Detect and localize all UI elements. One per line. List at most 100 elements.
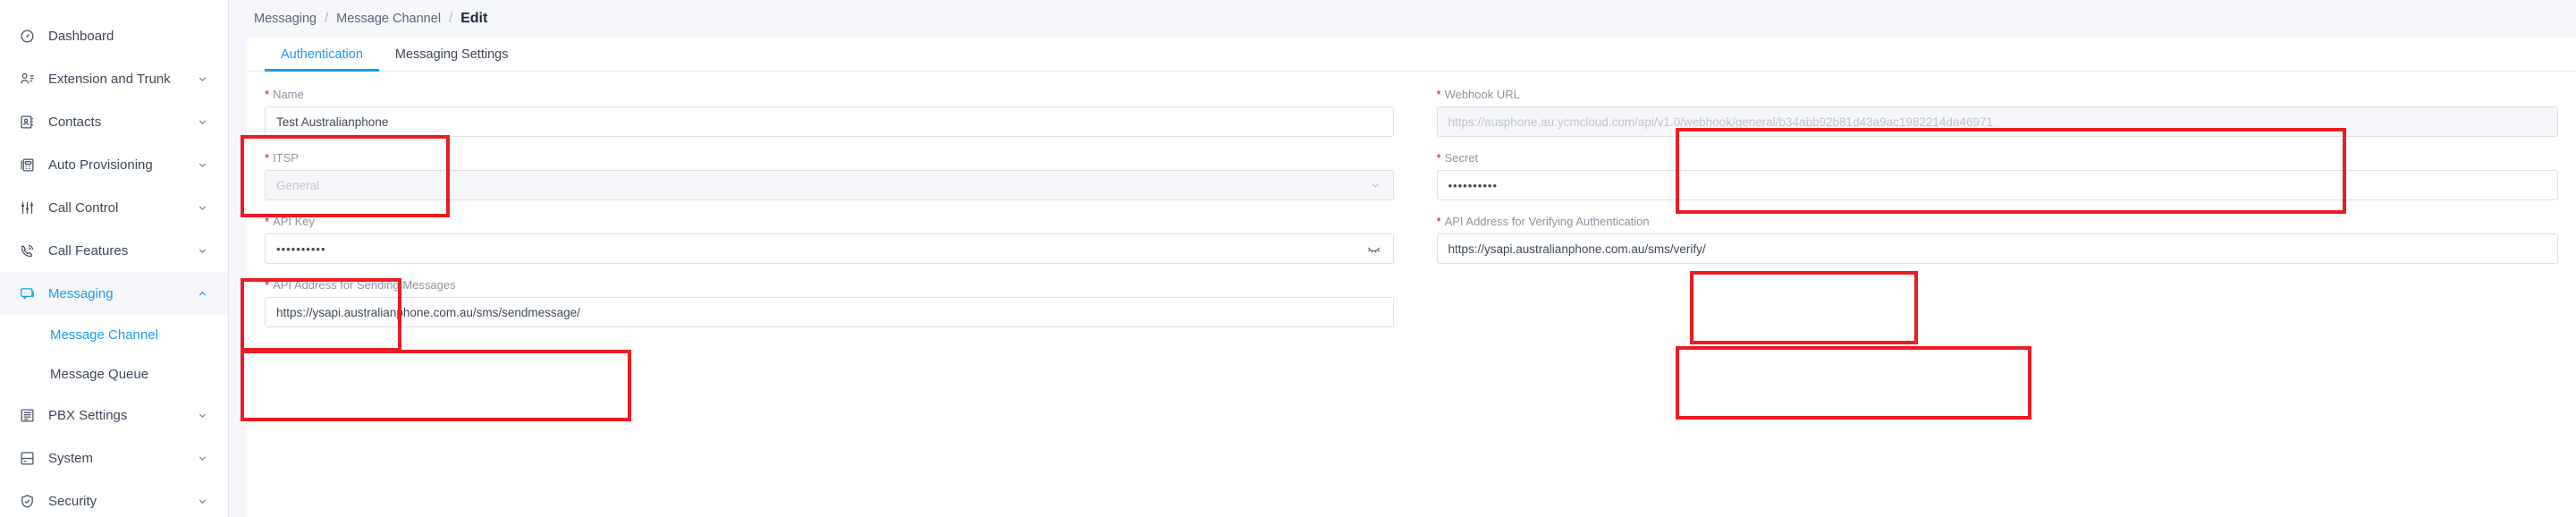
itsp-select[interactable]: General — [265, 170, 1394, 200]
field-label: * Name — [265, 86, 1394, 102]
required-asterisk-icon: * — [1436, 150, 1441, 165]
form-column-left: * Name Test Australianphone * ITSP Gener… — [247, 86, 1412, 340]
sidebar-item-message-queue[interactable]: Message Queue — [0, 354, 228, 394]
sidebar-item-auto-provisioning[interactable]: Auto Provisioning — [0, 143, 228, 186]
call-control-icon — [18, 199, 36, 216]
sidebar-item-label: Security — [48, 493, 97, 509]
chevron-down-icon — [196, 409, 208, 421]
required-asterisk-icon: * — [265, 214, 270, 228]
sidebar-item-dashboard[interactable]: Dashboard — [0, 14, 228, 57]
sidebar-item-messaging[interactable]: Messaging — [0, 272, 228, 315]
label-text: Name — [273, 87, 304, 101]
breadcrumb: Messaging / Message Channel / Edit — [229, 0, 2576, 38]
breadcrumb-separator: / — [325, 12, 329, 26]
sidebar-item-pbx-settings[interactable]: PBX Settings — [0, 394, 228, 436]
label-text: API Key — [273, 214, 316, 228]
webhook-url-input[interactable]: https://ausphone.au.ycmcloud.com/api/v1.… — [1436, 106, 2558, 137]
input-value: https://ausphone.au.ycmcloud.com/api/v1.… — [1448, 114, 1993, 129]
input-value: •••••••••• — [276, 242, 326, 256]
breadcrumb-separator: / — [449, 12, 453, 26]
chevron-down-icon — [196, 452, 208, 464]
extension-trunk-icon — [18, 70, 36, 88]
chevron-up-icon — [196, 287, 208, 300]
sidebar: Dashboard Extension and Trunk Contacts A… — [0, 0, 229, 517]
field-label: * API Key — [265, 213, 1394, 229]
sidebar-subitem-label: Message Channel — [50, 326, 158, 343]
label-text: API Address for Sending Messages — [273, 277, 456, 292]
field-api-address-verifying: * API Address for Verifying Authenticati… — [1436, 213, 2559, 264]
contacts-icon — [18, 113, 36, 131]
sidebar-item-security[interactable]: Security — [0, 479, 228, 517]
edit-panel: Authentication Messaging Settings * Name — [247, 38, 2576, 517]
sidebar-item-call-control[interactable]: Call Control — [0, 186, 228, 229]
sidebar-item-contacts[interactable]: Contacts — [0, 100, 228, 143]
eye-closed-icon[interactable] — [1366, 241, 1382, 257]
input-value: •••••••••• — [1448, 178, 1499, 192]
sidebar-item-label: Call Features — [48, 242, 129, 258]
field-secret: * Secret •••••••••• — [1436, 149, 2558, 200]
auto-provisioning-icon — [18, 156, 36, 174]
call-features-icon — [18, 242, 36, 259]
required-asterisk-icon: * — [265, 277, 270, 292]
chevron-down-icon — [196, 158, 208, 171]
field-label: * ITSP — [265, 149, 1394, 165]
breadcrumb-message-channel[interactable]: Message Channel — [336, 12, 441, 26]
input-value: https://ysapi.australianphone.com.au/sms… — [1448, 242, 1706, 256]
chevron-down-icon — [196, 72, 208, 85]
breadcrumb-messaging[interactable]: Messaging — [254, 12, 317, 26]
chevron-down-icon — [196, 244, 208, 257]
name-input[interactable]: Test Australianphone — [265, 106, 1394, 137]
required-asterisk-icon: * — [1436, 87, 1441, 101]
chevron-down-icon — [196, 495, 208, 507]
tab-label: Messaging Settings — [394, 47, 509, 62]
pbx-settings-icon — [18, 406, 36, 424]
sidebar-item-system[interactable]: System — [0, 436, 228, 479]
sidebar-item-label: Contacts — [48, 114, 102, 130]
sidebar-item-label: Extension and Trunk — [48, 71, 171, 87]
breadcrumb-current: Edit — [460, 11, 488, 26]
messaging-icon — [18, 284, 36, 302]
field-api-address-sending: * API Address for Sending Messages https… — [265, 276, 1394, 327]
security-icon — [18, 492, 36, 510]
sidebar-item-label: System — [48, 450, 94, 466]
tab-authentication[interactable]: Authentication — [265, 47, 379, 72]
api-address-verifying-input[interactable]: https://ysapi.australianphone.com.au/sms… — [1436, 233, 2558, 264]
label-text: ITSP — [273, 150, 299, 165]
field-label: * Webhook URL — [1437, 86, 2559, 102]
sidebar-item-message-channel[interactable]: Message Channel — [0, 315, 228, 354]
sidebar-subitem-label: Message Queue — [50, 366, 149, 382]
tab-messaging-settings[interactable]: Messaging Settings — [379, 47, 525, 71]
sidebar-item-label: Messaging — [48, 285, 114, 301]
system-icon — [18, 449, 36, 467]
authentication-form: * Name Test Australianphone * ITSP Gener… — [247, 72, 2576, 340]
label-text: API Address for Verifying Authentication — [1444, 214, 1650, 228]
label-text: Webhook URL — [1444, 87, 1520, 101]
field-webhook-url: * Webhook URL https://ausphone.au.ycmclo… — [1436, 86, 2559, 137]
tab-label: Authentication — [281, 47, 363, 62]
input-value: https://ysapi.australianphone.com.au/sms… — [276, 305, 580, 319]
required-asterisk-icon: * — [265, 87, 270, 101]
sidebar-item-extension-and-trunk[interactable]: Extension and Trunk — [0, 57, 228, 100]
field-name: * Name Test Australianphone — [265, 86, 1394, 137]
tab-bar: Authentication Messaging Settings — [247, 38, 2576, 72]
input-value: Test Australianphone — [276, 114, 389, 129]
dashboard-icon — [18, 27, 36, 45]
select-value: General — [276, 178, 320, 192]
chevron-down-icon — [196, 115, 208, 128]
main-content: Messaging / Message Channel / Edit Authe… — [229, 0, 2576, 517]
field-itsp: * ITSP General — [265, 149, 1394, 200]
app-root: Dashboard Extension and Trunk Contacts A… — [0, 0, 2576, 517]
form-column-right: * Webhook URL https://ausphone.au.ycmclo… — [1412, 86, 2576, 340]
sidebar-item-label: Dashboard — [48, 28, 114, 44]
field-label: * API Address for Verifying Authenticati… — [1437, 213, 2559, 229]
field-api-key: * API Key •••••••••• — [265, 213, 1394, 264]
chevron-down-icon — [196, 201, 208, 214]
sidebar-item-label: Call Control — [48, 199, 119, 216]
sidebar-item-call-features[interactable]: Call Features — [0, 229, 228, 272]
api-address-sending-input[interactable]: https://ysapi.australianphone.com.au/sms… — [265, 297, 1394, 327]
api-key-input[interactable]: •••••••••• — [265, 233, 1394, 264]
required-asterisk-icon: * — [265, 150, 270, 165]
label-text: Secret — [1444, 150, 1479, 165]
required-asterisk-icon: * — [1436, 214, 1441, 228]
secret-input[interactable]: •••••••••• — [1436, 170, 2558, 200]
